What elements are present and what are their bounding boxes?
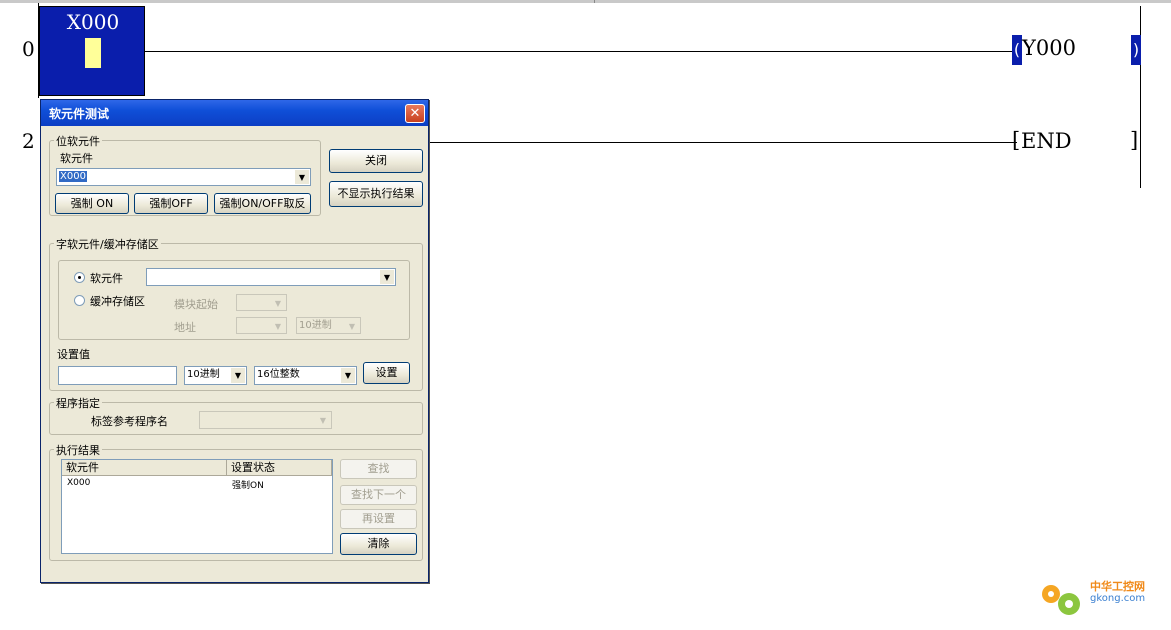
- device-test-dialog: 软元件测试 ✕ 位软元件 软元件 X000 ▼ 强制 ON 强制OFF 强制ON…: [40, 99, 429, 583]
- radio-buffer[interactable]: [74, 295, 85, 306]
- top-divider: [594, 0, 595, 3]
- end-open-bracket: [: [1012, 128, 1021, 152]
- datatype-value: 16位整数: [257, 369, 300, 380]
- radix-value: 10进制: [187, 369, 220, 380]
- set-button[interactable]: 设置: [363, 362, 410, 384]
- address-label: 地址: [174, 321, 196, 334]
- force-on-button[interactable]: 强制 ON: [55, 193, 129, 214]
- contact-x000[interactable]: X000: [39, 6, 145, 96]
- end-label[interactable]: END: [1021, 129, 1072, 153]
- result-row-device[interactable]: X000: [67, 478, 90, 488]
- contact-on-indicator: [85, 38, 101, 68]
- chevron-down-icon[interactable]: ▼: [295, 170, 309, 184]
- program-group-title: 程序指定: [54, 395, 102, 411]
- address-combo[interactable]: ▼: [236, 317, 287, 334]
- find-next-button[interactable]: 查找下一个: [340, 485, 417, 505]
- find-button[interactable]: 查找: [340, 459, 417, 479]
- right-power-rail: [1140, 6, 1141, 188]
- rung-number-0: 0: [22, 37, 35, 61]
- top-border: [0, 0, 1171, 3]
- module-start-label: 模块起始: [174, 298, 218, 311]
- result-row-status[interactable]: 强制ON: [232, 478, 264, 491]
- set-value-input[interactable]: [58, 366, 177, 385]
- dialog-titlebar[interactable]: 软元件测试 ✕: [41, 100, 428, 126]
- force-off-button[interactable]: 强制OFF: [134, 193, 208, 214]
- watermark-url: gkong.com: [1090, 593, 1146, 604]
- bit-device-combo[interactable]: X000 ▼: [56, 168, 311, 186]
- chevron-down-icon: ▼: [345, 319, 359, 332]
- clear-button[interactable]: 清除: [340, 533, 417, 555]
- bit-device-label: 软元件: [60, 152, 93, 165]
- module-start-combo[interactable]: ▼: [236, 294, 287, 311]
- rung-number-2: 2: [22, 129, 35, 153]
- gear-icon: [1042, 585, 1080, 615]
- result-group-title: 执行结果: [54, 442, 102, 458]
- coil-close-mark[interactable]: ): [1131, 35, 1141, 65]
- radio-buffer-label: 缓冲存储区: [90, 295, 145, 308]
- address-radix-value: 10进制: [299, 320, 332, 331]
- hide-results-button[interactable]: 不显示执行结果: [329, 181, 423, 207]
- chevron-down-icon: ▼: [271, 296, 285, 309]
- bit-device-value: X000: [59, 171, 87, 182]
- radio-device[interactable]: [74, 272, 85, 283]
- bit-device-group-title: 位软元件: [54, 133, 102, 149]
- radio-dot: [78, 276, 81, 279]
- close-button[interactable]: 关闭: [329, 149, 423, 173]
- chevron-down-icon[interactable]: ▼: [341, 368, 355, 383]
- column-header-status[interactable]: 设置状态: [227, 460, 332, 476]
- contact-label: X000: [66, 10, 120, 34]
- result-list[interactable]: 软元件 设置状态 X000 强制ON: [61, 459, 333, 554]
- reset-button[interactable]: 再设置: [340, 509, 417, 529]
- end-close-bracket: ]: [1130, 128, 1139, 152]
- radix-combo[interactable]: 10进制 ▼: [184, 366, 247, 385]
- rung2-wire: [429, 142, 1017, 143]
- label-ref-program-label: 标签参考程序名: [91, 415, 168, 428]
- word-device-group-title: 字软元件/缓冲存储区: [54, 236, 161, 252]
- label-ref-program-combo[interactable]: ▼: [199, 411, 332, 429]
- watermark-name: 中华工控网: [1090, 580, 1145, 593]
- dialog-close-icon[interactable]: ✕: [405, 104, 425, 123]
- coil-label[interactable]: Y000: [1022, 36, 1076, 60]
- chevron-down-icon[interactable]: ▼: [231, 368, 245, 383]
- force-toggle-button[interactable]: 强制ON/OFF取反: [214, 193, 311, 214]
- chevron-down-icon: ▼: [271, 319, 285, 332]
- rung0-wire: [145, 51, 1013, 52]
- coil-open-mark[interactable]: (: [1012, 35, 1022, 65]
- radio-device-label: 软元件: [90, 272, 123, 285]
- chevron-down-icon[interactable]: ▼: [380, 270, 394, 284]
- address-radix-combo[interactable]: 10进制 ▼: [296, 317, 361, 334]
- set-value-label: 设置值: [57, 348, 90, 361]
- watermark-logo: 中华工控网 gkong.com: [1035, 576, 1165, 622]
- dialog-title: 软元件测试: [49, 107, 110, 121]
- chevron-down-icon: ▼: [316, 413, 330, 427]
- datatype-combo[interactable]: 16位整数 ▼: [254, 366, 357, 385]
- column-header-device[interactable]: 软元件: [62, 460, 227, 476]
- word-device-combo[interactable]: ▼: [146, 268, 396, 286]
